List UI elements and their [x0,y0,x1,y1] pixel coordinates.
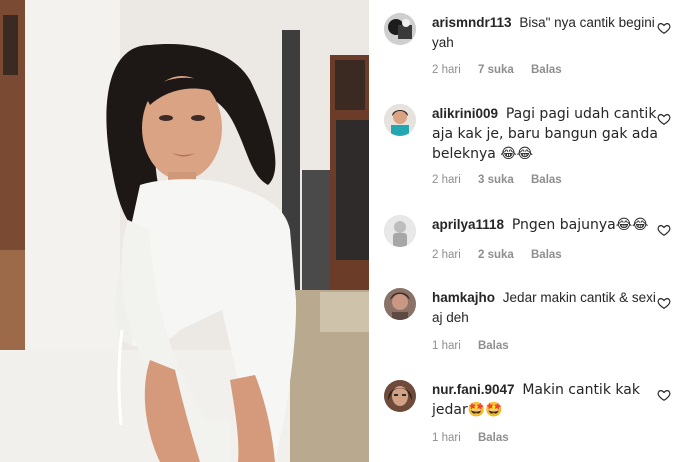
comment-username[interactable]: alikrini009 [432,106,498,121]
commenter-avatar[interactable] [384,104,416,136]
comment-username[interactable]: aprilya1118 [432,217,504,232]
commenter-avatar[interactable] [384,288,416,320]
comment-meta: 2 hari 7 suka Balas [432,64,576,76]
comment-likes[interactable]: 7 suka [478,64,514,76]
reply-button[interactable]: Balas [478,432,509,444]
comment-body: aprilya1118 Pngen bajunya😂😂 [432,215,662,235]
comment-time[interactable]: 1 hari [432,340,461,352]
reply-button[interactable]: Balas [531,174,562,186]
comment-meta: 1 hari Balas [432,432,523,444]
heart-outline-icon[interactable] [657,223,671,237]
comment-time[interactable]: 2 hari [432,64,461,76]
reply-button[interactable]: Balas [478,340,509,352]
heart-outline-icon[interactable] [657,388,671,402]
comment-time[interactable]: 1 hari [432,432,461,444]
comment-meta: 1 hari Balas [432,340,523,352]
heart-outline-icon[interactable] [657,112,671,126]
reply-button[interactable]: Balas [531,249,562,261]
comment-username[interactable]: nur.fani.9047 [432,382,515,397]
comment-text: Pngen bajunya😂😂 [511,217,649,233]
comment-body: alikrini009 Pagi pagi udah cantik aja ka… [432,104,662,164]
comment-meta: 2 hari 3 suka Balas [432,174,576,186]
comment-time[interactable]: 2 hari [432,249,461,261]
comment-likes[interactable]: 2 suka [478,249,514,261]
comment-body: hamkajho Jedar makin cantik & sexi aj de… [432,288,662,328]
heart-outline-icon[interactable] [657,296,671,310]
post-photo [0,0,369,462]
instagram-post-view: arismndr113 Bisa" nya cantik begini yah … [0,0,700,462]
comment-username[interactable]: hamkajho [432,290,495,305]
comment-likes[interactable]: 3 suka [478,174,514,186]
commenter-avatar[interactable] [384,215,416,247]
commenter-avatar[interactable] [384,380,416,412]
comment-body: nur.fani.9047 Makin cantik kak jedar🤩🤩 [432,380,662,420]
comment-time[interactable]: 2 hari [432,174,461,186]
comments-panel: arismndr113 Bisa" nya cantik begini yah … [369,0,700,462]
comment-meta: 2 hari 2 suka Balas [432,249,576,261]
comment-username[interactable]: arismndr113 [432,15,512,30]
commenter-avatar[interactable] [384,13,416,45]
comment-body: arismndr113 Bisa" nya cantik begini yah [432,13,662,53]
heart-outline-icon[interactable] [657,21,671,35]
reply-button[interactable]: Balas [531,64,562,76]
